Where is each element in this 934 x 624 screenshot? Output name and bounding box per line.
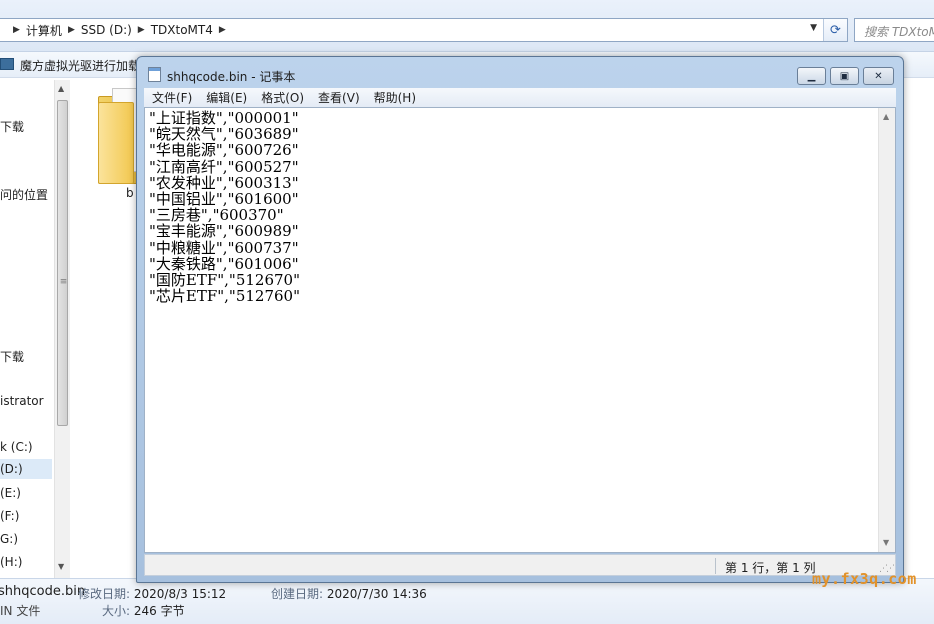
modified-date-value: 2020/8/3 15:12 (133, 587, 227, 601)
text-line: "三房巷","600370" (149, 206, 284, 225)
nav-item-drive-f[interactable]: (F:) (0, 509, 19, 523)
folder-icon[interactable] (98, 88, 140, 184)
file-size: 大小: 246 字节 (102, 602, 185, 619)
nav-item-downloads-2[interactable]: 下载 (0, 348, 24, 365)
text-line: "上证指数","000001" (149, 109, 299, 127)
menu-help[interactable]: 帮助(H) (374, 89, 416, 106)
selected-file-type: IN 文件 (0, 604, 41, 618)
scroll-up-icon[interactable]: ▲ (883, 112, 889, 121)
text-line: "江南高纤","600527" (149, 157, 299, 176)
breadcrumb-arrow-icon[interactable]: ▶ (13, 25, 20, 35)
nav-item-recent-places[interactable]: 问的位置 (0, 186, 48, 203)
scroll-down-icon[interactable]: ▼ (883, 538, 889, 547)
maximize-button[interactable]: ▣ (830, 67, 859, 85)
address-bar[interactable]: ▶ 计算机 ▶ SSD (D:) ▶ TDXtoMT4 ▶ ▼ ⟳ (0, 18, 848, 42)
nav-item-drive-c[interactable]: k (C:) (0, 440, 33, 454)
text-line: "中粮糖业","600737" (149, 238, 299, 257)
folder-label[interactable]: b (126, 186, 134, 200)
text-line: "皖天然气","603689" (149, 125, 299, 144)
notepad-text-area[interactable]: "上证指数","000001" "皖天然气","603689" "华电能源","… (144, 107, 896, 553)
file-size-value: 246 字节 (133, 604, 185, 618)
folder-front-icon (98, 102, 134, 184)
notepad-statusbar: 第 1 行，第 1 列 ⋰⋰ (144, 554, 896, 576)
navigation-scrollbar[interactable]: ▲ ≡ ▼ (54, 80, 70, 578)
minimize-button[interactable]: ▁ (797, 67, 826, 85)
notepad-menubar: 文件(F) 编辑(E) 格式(O) 查看(V) 帮助(H) (144, 88, 896, 107)
breadcrumb-computer[interactable]: 计算机 (26, 22, 62, 39)
scroll-down-icon[interactable]: ▼ (58, 562, 64, 571)
breadcrumb-arrow-icon[interactable]: ▶ (138, 25, 145, 35)
notepad-window: shhqcode.bin - 记事本 ▁ ▣ ✕ 文件(F) 编辑(E) 格式(… (136, 56, 904, 583)
menu-view[interactable]: 查看(V) (318, 89, 360, 106)
text-line: "国防ETF","512670" (149, 270, 300, 289)
menu-edit[interactable]: 编辑(E) (206, 89, 247, 106)
modified-date: 修改日期: 2020/8/3 15:12 (78, 585, 226, 602)
status-divider (715, 558, 716, 574)
notepad-app-icon[interactable] (148, 67, 161, 82)
breadcrumb-folder[interactable]: TDXtoMT4 (151, 23, 213, 37)
modified-date-label: 修改日期: (78, 587, 131, 601)
watermark: my.fx3q.com (812, 570, 917, 588)
created-date-value: 2020/7/30 14:36 (326, 587, 427, 601)
details-pane: shhqcode.bin IN 文件 修改日期: 2020/8/3 15:12 … (0, 578, 934, 624)
cursor-position: 第 1 行，第 1 列 (725, 561, 816, 575)
nav-item-drive-e[interactable]: (E:) (0, 486, 21, 500)
text-line: "农发种业","600313" (149, 173, 299, 192)
created-date: 创建日期: 2020/7/30 14:36 (271, 585, 427, 602)
nav-item-downloads[interactable]: 下载 (0, 118, 24, 135)
notepad-titlebar[interactable]: shhqcode.bin - 记事本 ▁ ▣ ✕ (137, 57, 903, 87)
maximize-icon: ▣ (839, 70, 850, 82)
close-button[interactable]: ✕ (863, 67, 894, 85)
notepad-vertical-scrollbar[interactable]: ▲ ▼ (878, 108, 895, 552)
toolbar-mount-button[interactable]: 魔方虚拟光驱进行加载 (20, 57, 140, 74)
menu-format[interactable]: 格式(O) (261, 89, 304, 106)
notepad-content[interactable]: "上证指数","000001" "皖天然气","603689" "华电能源","… (149, 110, 879, 304)
text-line: "宝丰能源","600989" (149, 222, 299, 241)
selected-file-name: shhqcode.bin (0, 584, 86, 599)
text-line: "华电能源","600726" (149, 141, 299, 160)
address-dropdown-icon[interactable]: ▼ (810, 23, 817, 33)
scroll-up-icon[interactable]: ▲ (58, 84, 64, 93)
menu-file[interactable]: 文件(F) (152, 89, 192, 106)
text-line: "大秦铁路","601006" (149, 254, 299, 273)
refresh-icon[interactable]: ⟳ (823, 19, 847, 41)
breadcrumb-ssd[interactable]: SSD (D:) (81, 23, 132, 37)
scroll-grip-icon: ≡ (59, 277, 68, 287)
close-icon: ✕ (874, 70, 883, 82)
minimize-icon: ▁ (807, 70, 816, 82)
nav-item-drive-h[interactable]: (H:) (0, 555, 22, 569)
notepad-title: shhqcode.bin - 记事本 (167, 70, 296, 84)
search-input[interactable]: 搜索 TDXtoMT4 (854, 18, 934, 42)
virtual-drive-icon (0, 58, 14, 70)
scrollbar-thumb[interactable]: ≡ (57, 100, 68, 426)
nav-item-administrator[interactable]: istrator (0, 394, 44, 408)
breadcrumb-arrow-icon[interactable]: ▶ (219, 25, 226, 35)
nav-item-drive-g[interactable]: G:) (0, 532, 18, 546)
file-size-label: 大小: (102, 604, 131, 618)
nav-item-drive-d[interactable]: (D:) (0, 459, 52, 479)
text-line: "芯片ETF","512760" (149, 287, 300, 306)
created-date-label: 创建日期: (271, 587, 324, 601)
explorer-header: ▶ 计算机 ▶ SSD (D:) ▶ TDXtoMT4 ▶ ▼ ⟳ 搜索 TDX… (0, 0, 934, 52)
text-line: "中国铝业","601600" (149, 189, 299, 208)
breadcrumb-arrow-icon[interactable]: ▶ (68, 25, 75, 35)
